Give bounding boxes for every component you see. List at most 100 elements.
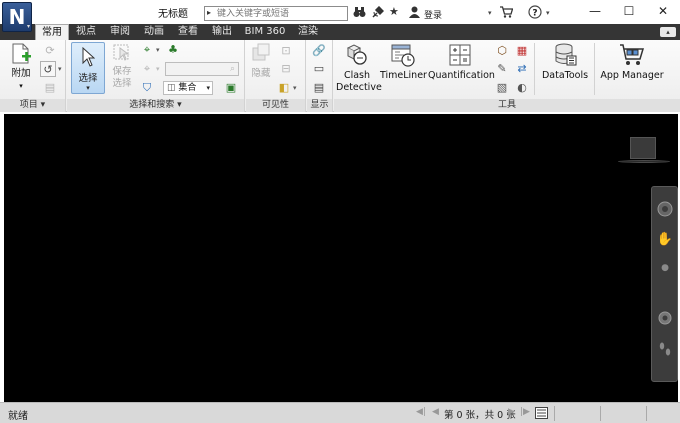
tab-animation[interactable]: 动画 (138, 24, 170, 40)
hide-label: 隐藏 (251, 68, 271, 79)
append-icon (12, 43, 31, 64)
datatools-button[interactable]: DataTools (538, 42, 592, 82)
login-caret-icon[interactable]: ▾ (488, 9, 492, 17)
tab-home[interactable]: 常用 (35, 24, 69, 40)
clash-detective-icon (346, 44, 367, 65)
autodesk-rendering-icon[interactable]: ◐ (514, 80, 530, 96)
sets-icon: ◫ (167, 83, 176, 93)
save-selection-label-2: 选择 (112, 78, 132, 89)
clash-label-2: Detective (336, 82, 382, 93)
ribbon-minimize-toggle[interactable]: ▴ (660, 27, 676, 37)
panel-title-select-search[interactable]: 选择和搜索 ▾ (67, 99, 244, 112)
append-button[interactable]: 附加 ▾ (6, 42, 36, 92)
scene-viewport[interactable] (4, 114, 678, 402)
hide-unselected-icon[interactable]: ⊟ (278, 61, 294, 77)
links-icon[interactable]: 🔗 (311, 43, 327, 59)
viewcube-compass[interactable] (618, 160, 670, 163)
properties-icon[interactable]: ▤ (311, 80, 327, 96)
append-caret-icon: ▾ (19, 82, 23, 90)
next-sheet-button[interactable]: ▶ (508, 407, 515, 417)
find-items-icon[interactable]: ⛉ (139, 80, 155, 96)
hide-button[interactable]: 隐藏 (248, 42, 274, 80)
steering-wheel-icon[interactable] (656, 201, 674, 219)
reset-caret-icon[interactable]: ▾ (58, 65, 62, 73)
quick-find-icon: ⌕ (229, 64, 235, 74)
minimize-button[interactable]: — (578, 0, 612, 24)
select-button[interactable]: 选择 ▾ (71, 42, 105, 94)
first-sheet-button[interactable]: ◀| (416, 407, 426, 417)
tab-render[interactable]: 渲染 (292, 24, 324, 40)
unhide-all-icon[interactable]: ◧ (276, 80, 292, 96)
help-icon[interactable]: ? (528, 5, 542, 22)
app-manager-label: App Manager (600, 70, 664, 81)
app-logo-letter: N (8, 5, 26, 29)
panel-title-project[interactable]: 项目 ▾ (0, 99, 65, 112)
sets-label: 集合 (178, 83, 197, 93)
sheet-info: 第 0 张，共 0 张 (444, 410, 516, 421)
orbit-icon[interactable] (656, 311, 674, 329)
select-all-icon[interactable]: ⌖ (139, 42, 155, 58)
select-same-icon[interactable]: ♣ (165, 42, 181, 58)
sheet-browser-icon[interactable] (535, 407, 548, 422)
satellite-icon[interactable] (372, 5, 385, 21)
clash-detective-button[interactable]: Clash Detective (336, 42, 382, 94)
panel-select-search: 选择 ▾ 保存 选择 ⌖ ▾ ♣ ⌖ ▾ ⌕ ⛉ ◫ 集合 ▾ ▣ 选择和搜索 … (67, 40, 245, 112)
ribbon-tab-bar: 常用 视点 审阅 动画 查看 输出 BIM 360 渲染 ▴ (0, 24, 680, 40)
star-icon[interactable]: ★ (389, 6, 399, 18)
tab-bim360[interactable]: BIM 360 (240, 24, 290, 40)
save-selection-icon (113, 44, 130, 61)
quantification-button[interactable]: Quantification (428, 42, 495, 82)
previous-sheet-button[interactable]: ◀ (432, 407, 439, 417)
search-box[interactable]: ▸ (204, 6, 348, 21)
animator-icon[interactable]: ⬡ (494, 43, 510, 59)
svg-text:?: ? (532, 9, 537, 19)
last-sheet-button[interactable]: |▶ (520, 407, 530, 417)
tab-view[interactable]: 查看 (172, 24, 204, 40)
tab-viewpoint[interactable]: 视点 (70, 24, 102, 40)
tab-output[interactable]: 输出 (206, 24, 238, 40)
timeliner-button[interactable]: TimeLiner (380, 42, 427, 82)
cart-icon[interactable] (500, 6, 514, 21)
appearance-profiler-icon[interactable]: ▦ (514, 43, 530, 59)
zoom-dot-icon[interactable]: ● (656, 259, 674, 277)
reset-all-icon[interactable]: ↺ (40, 61, 56, 77)
select-all-caret-icon[interactable]: ▾ (156, 46, 160, 54)
application-menu-button[interactable]: N ▾ (2, 2, 32, 32)
help-caret-icon[interactable]: ▾ (546, 9, 550, 17)
panel-visibility: 隐藏 ⊡ ⊟ ◧ ▾ 可见性 (246, 40, 306, 112)
selection-tree-caret-icon[interactable]: ▾ (156, 65, 160, 73)
datatools-icon (555, 43, 577, 66)
sets-combo[interactable]: ◫ 集合 ▾ (163, 81, 213, 95)
app-manager-icon (620, 44, 645, 65)
user-icon[interactable] (409, 6, 420, 21)
unhide-caret-icon[interactable]: ▾ (293, 84, 297, 92)
tools-divider-1 (534, 43, 535, 95)
close-button[interactable]: ✕ (646, 0, 680, 24)
manage-sets-icon[interactable]: ▣ (223, 80, 239, 96)
tab-review[interactable]: 审阅 (104, 24, 136, 40)
refresh-icon[interactable]: ⟳ (42, 43, 58, 59)
tools-divider-2 (594, 43, 595, 95)
status-separator (554, 406, 555, 421)
batch-utility-icon[interactable]: ▧ (494, 80, 510, 96)
save-selection-button[interactable]: 保存 选择 (109, 42, 135, 90)
viewcube[interactable] (630, 137, 656, 159)
require-icon[interactable]: ⊡ (278, 43, 294, 59)
maximize-button[interactable]: ☐ (612, 0, 646, 24)
status-separator (646, 406, 647, 421)
quick-properties-icon[interactable]: ▭ (311, 61, 327, 77)
panel-title-display: 显示 (307, 99, 332, 112)
login-link[interactable]: 登录 (424, 8, 442, 21)
selection-tree-icon[interactable]: ⌖ (139, 61, 155, 77)
quick-find-input[interactable]: ⌕ (165, 62, 239, 76)
clash-label-1: Clash (343, 70, 371, 81)
compare-icon[interactable]: ⇄ (514, 61, 530, 77)
title-bar: N ▾ 无标题 ▸ ★ 登录 ▾ ? ▾ — ☐ ✕ (0, 0, 680, 32)
walk-footprints-icon[interactable] (656, 341, 674, 359)
pan-hand-icon[interactable]: ✋ (656, 231, 674, 249)
binoculars-icon[interactable] (353, 6, 366, 21)
app-manager-button[interactable]: App Manager (598, 42, 666, 82)
scripter-icon[interactable]: ✎ (494, 61, 510, 77)
file-options-icon[interactable]: ▤ (42, 80, 58, 96)
search-input[interactable] (217, 7, 345, 20)
